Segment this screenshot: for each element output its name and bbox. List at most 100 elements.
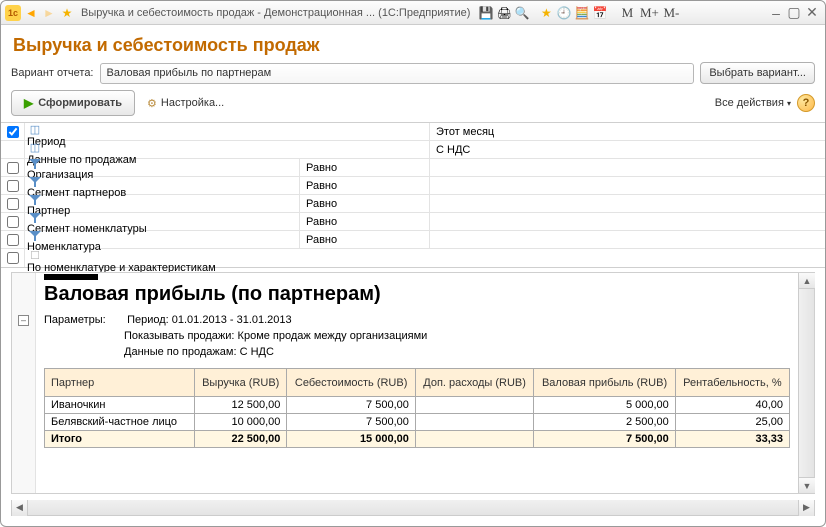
page-title: Выручка и себестоимость продаж	[1, 25, 825, 62]
chevron-down-icon: ▾	[787, 99, 791, 108]
filter-icon	[29, 231, 41, 241]
collapse-toggle[interactable]: –	[18, 315, 29, 326]
all-actions-link[interactable]: Все действия ▾	[715, 97, 791, 109]
report-params-label: Параметры:	[44, 312, 124, 328]
star-icon[interactable]: ★	[538, 5, 554, 21]
memory-m-button[interactable]: M	[616, 5, 638, 21]
cell-revenue: 10 000,00	[195, 414, 287, 431]
cell-margin: 40,00	[675, 397, 789, 414]
param-value[interactable]: Этот месяц	[430, 123, 825, 140]
param-row-segnom[interactable]: Сегмент номенклатуры Равно	[1, 213, 825, 231]
cell-cost: 7 500,00	[287, 414, 415, 431]
variant-input[interactable]	[100, 63, 695, 84]
selection-marker	[44, 274, 98, 280]
table-row[interactable]: Иваночкин 12 500,00 7 500,00 5 000,00 40…	[45, 397, 790, 414]
table-row[interactable]: Белявский-частное лицо 10 000,00 7 500,0…	[45, 414, 790, 431]
generate-label: Сформировать	[38, 97, 122, 109]
forward-icon[interactable]: ►	[41, 5, 57, 21]
param-op[interactable]: Равно	[300, 177, 430, 194]
param-value[interactable]	[430, 177, 825, 194]
report-param-period: Период: 01.01.2013 - 31.01.2013	[127, 314, 292, 326]
param-row-org[interactable]: Организация Равно	[1, 159, 825, 177]
col-margin: Рентабельность, %	[675, 369, 789, 397]
param-op[interactable]: Равно	[300, 231, 430, 248]
scroll-right-icon[interactable]: ▶	[798, 500, 814, 516]
back-icon[interactable]: ◄	[23, 5, 39, 21]
report-area: – Валовая прибыль (по партнерам) Парамет…	[11, 272, 815, 494]
calendar-icon[interactable]: 📅	[592, 5, 608, 21]
filter-icon	[29, 159, 41, 169]
table-header-row: Партнер Выручка (RUB) Себестоимость (RUB…	[45, 369, 790, 397]
filter-icon	[29, 177, 41, 187]
param-row-nom[interactable]: Номенклатура Равно	[1, 231, 825, 249]
cell-partner: Иваночкин	[45, 397, 195, 414]
param-row-salesdata[interactable]: ◫Данные по продажам С НДС	[1, 141, 825, 159]
choose-variant-button[interactable]: Выбрать вариант...	[700, 62, 815, 84]
param-check[interactable]	[7, 180, 19, 192]
cell-cost: 15 000,00	[287, 431, 415, 448]
col-cost: Себестоимость (RUB)	[287, 369, 415, 397]
report-title: Валовая прибыль (по партнерам)	[36, 283, 798, 312]
app-logo-icon: 1c	[5, 5, 21, 21]
scroll-down-icon[interactable]: ▼	[799, 477, 815, 493]
report-param-data: Данные по продажам: С НДС	[124, 346, 274, 358]
param-op[interactable]: Равно	[300, 213, 430, 230]
params-grid: ◫Период Этот месяц ◫Данные по продажам С…	[1, 122, 825, 268]
vertical-scrollbar[interactable]: ▲ ▼	[798, 273, 814, 493]
cell-revenue: 12 500,00	[195, 397, 287, 414]
memory-mplus-button[interactable]: M+	[638, 5, 660, 21]
window-title: Выручка и себестоимость продаж - Демонст…	[81, 7, 470, 19]
settings-icon: ⚙	[147, 97, 157, 110]
help-icon[interactable]: ?	[797, 94, 815, 112]
settings-link[interactable]: ⚙ Настройка...	[143, 93, 228, 114]
cell-extra	[415, 414, 533, 431]
param-op[interactable]: Равно	[300, 195, 430, 212]
scroll-up-icon[interactable]: ▲	[799, 273, 815, 289]
calculator-icon[interactable]: 🧮	[574, 5, 590, 21]
all-actions-label: Все действия	[715, 97, 784, 109]
param-check[interactable]	[7, 198, 19, 210]
col-profit: Валовая прибыль (RUB)	[534, 369, 675, 397]
param-value[interactable]	[430, 159, 825, 176]
cell-margin: 33,33	[675, 431, 789, 448]
minimize-button[interactable]: –	[767, 5, 785, 21]
table-total-row: Итого 22 500,00 15 000,00 7 500,00 33,33	[45, 431, 790, 448]
param-row-bycharacter[interactable]: ☐По номенклатуре и характеристикам	[1, 249, 825, 267]
param-op[interactable]: Равно	[300, 159, 430, 176]
param-check[interactable]	[7, 252, 19, 264]
param-value[interactable]: С НДС	[430, 141, 825, 158]
scroll-left-icon[interactable]: ◀	[12, 500, 28, 516]
history-icon[interactable]: 🕘	[556, 5, 572, 21]
param-row-segpartner[interactable]: Сегмент партнеров Равно	[1, 177, 825, 195]
memory-mminus-button[interactable]: M-	[660, 5, 682, 21]
report-param-show: Показывать продажи: Кроме продаж между о…	[124, 330, 427, 342]
param-row-period[interactable]: ◫Период Этот месяц	[1, 123, 825, 141]
cell-profit: 7 500,00	[534, 431, 675, 448]
generate-button[interactable]: ▶ Сформировать	[11, 90, 135, 116]
cell-extra	[415, 397, 533, 414]
close-button[interactable]: ✕	[803, 4, 821, 21]
settings-label: Настройка...	[161, 97, 224, 109]
report-body[interactable]: Валовая прибыль (по партнерам) Параметры…	[36, 273, 798, 493]
col-revenue: Выручка (RUB)	[195, 369, 287, 397]
preview-icon[interactable]: 🔍	[514, 5, 530, 21]
save-icon[interactable]: 💾	[478, 5, 494, 21]
param-value[interactable]	[430, 231, 825, 248]
period-icon: ◫	[30, 123, 40, 136]
favorite-icon[interactable]: ★	[59, 5, 75, 21]
print-icon[interactable]: 🖨	[496, 5, 512, 21]
param-row-partner[interactable]: Партнер Равно	[1, 195, 825, 213]
param-value[interactable]	[430, 213, 825, 230]
cell-extra	[415, 431, 533, 448]
param-check[interactable]	[7, 162, 19, 174]
cell-margin: 25,00	[675, 414, 789, 431]
horizontal-scrollbar[interactable]: ◀ ▶	[11, 500, 815, 516]
maximize-button[interactable]: ▢	[785, 4, 803, 21]
col-extra: Доп. расходы (RUB)	[415, 369, 533, 397]
filter-icon	[29, 213, 41, 223]
param-check[interactable]	[7, 234, 19, 246]
param-check[interactable]	[7, 216, 19, 228]
param-value[interactable]	[430, 195, 825, 212]
cell-partner: Белявский-частное лицо	[45, 414, 195, 431]
param-check-period[interactable]	[7, 126, 19, 138]
